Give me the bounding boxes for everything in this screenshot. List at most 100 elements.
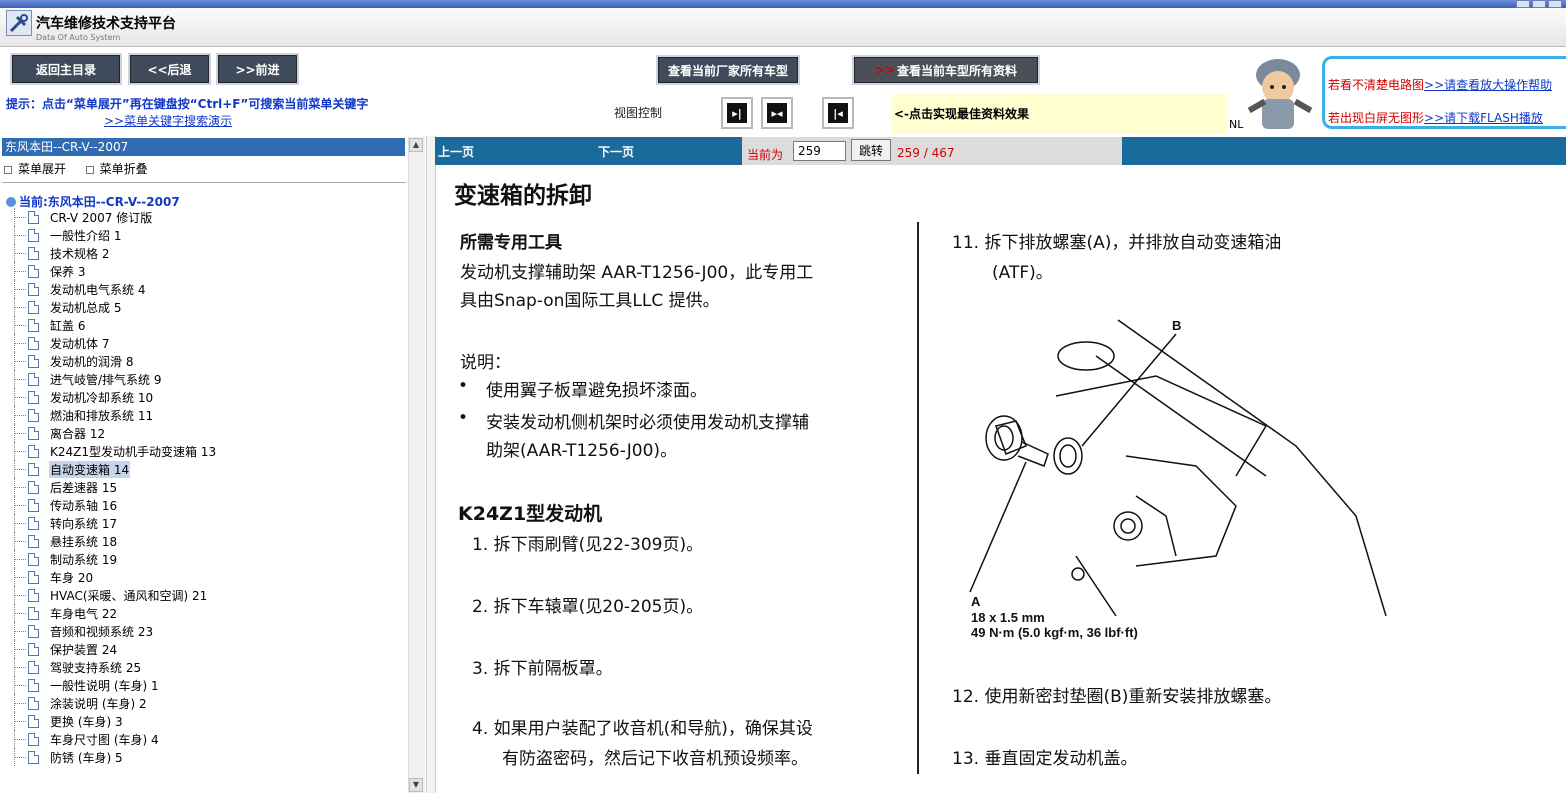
tree-item[interactable]: 保护装置 24 [14,640,118,658]
tree-item[interactable]: 转向系统 17 [14,514,118,532]
document-icon [28,714,39,728]
tree-item[interactable]: 发动机电气系统 4 [14,280,146,298]
tree-connector [14,208,28,226]
search-hint: 提示：点击“菜单展开”再在键盘按“Ctrl+F”可搜索当前菜单关键字 [6,97,369,111]
step-12: 12. 使用新密封垫圈(B)重新安装排放螺塞。 [952,687,1282,707]
view-left-button[interactable]: |◂ [822,97,854,129]
tree-item-label: 车身电气 22 [50,606,118,621]
scroll-down-icon[interactable]: ▼ [409,778,423,792]
prev-page-link[interactable]: 上一页 [438,143,474,160]
forward-button[interactable]: >>前进 [216,53,299,85]
document-icon [28,678,39,692]
jump-button[interactable]: 跳转 [851,139,891,161]
maker-models-button[interactable]: 查看当前厂家所有车型 [656,55,800,85]
collapse-menu-button[interactable]: 菜单折叠 [100,162,148,176]
close-icon[interactable] [1548,0,1562,8]
document-icon [28,318,39,332]
tree-item[interactable]: 发动机的润滑 8 [14,352,134,370]
tree-item[interactable]: HVAC(采暖、通风和空调) 21 [14,586,208,604]
document-icon [28,372,39,386]
step-3: 3. 拆下前隔板罩。 [472,659,613,679]
tree-item[interactable]: 一般性说明 (车身) 1 [14,676,160,694]
document-icon [28,336,39,350]
tree-item[interactable]: 保养 3 [14,262,86,280]
document-icon [28,264,39,278]
tree-item[interactable]: 发动机冷却系统 10 [14,388,154,406]
tree-item[interactable]: 技术规格 2 [14,244,110,262]
tree-item[interactable]: 制动系统 19 [14,550,118,568]
tree-item[interactable]: 后差速器 15 [14,478,118,496]
maximize-icon[interactable] [1532,0,1546,8]
arrow-left-icon: |◂ [828,103,848,123]
flash-download-link[interactable]: >>请下载FLASH播放 [1424,111,1543,125]
tree-item-label: HVAC(采暖、通风和空调) 21 [50,588,208,603]
all-docs-button[interactable]: >> 查看当前车型所有资料 [852,55,1040,85]
document-icon [28,390,39,404]
tree-item[interactable]: K24Z1型发动机手动变速箱 13 [14,442,217,460]
tree-item-label: 一般性说明 (车身) 1 [50,678,159,693]
tree-connector [14,334,28,352]
view-split-button[interactable]: ▸◂ [761,97,793,129]
tree-item[interactable]: 离合器 12 [14,424,106,442]
document-icon [28,570,39,584]
window-title-bar [0,0,1566,8]
tree-item[interactable]: 更换 (车身) 3 [14,712,124,730]
tree-item[interactable]: 传动系轴 16 [14,496,118,514]
tree-item[interactable]: 燃油和排放系统 11 [14,406,154,424]
tree-item[interactable]: 进气岐管/排气系统 9 [14,370,163,388]
document-icon [28,408,39,422]
step-4-line-1: 4. 如果用户装配了收音机(和导航)，确保其设 [472,719,813,739]
document-icon [28,426,39,440]
step-11-line-2: (ATF)。 [992,263,1053,283]
back-button[interactable]: <<后退 [128,53,211,85]
tree-item-label: 自动变速箱 14 [49,460,131,478]
minimize-icon[interactable] [1516,0,1530,8]
next-page-link[interactable]: 下一页 [598,143,634,160]
tree-item-label: 发动机电气系统 4 [50,282,146,297]
double-arrow-icon: >> [874,63,896,77]
tree-item-label: 更换 (车身) 3 [50,714,123,729]
zoom-help-link[interactable]: >>请查看放大操作帮助 [1424,78,1552,92]
view-single-button[interactable]: ▸| [721,97,753,129]
tree-item-label: 发动机体 7 [50,336,110,351]
tree-item[interactable]: 驾驶支持系统 25 [14,658,142,676]
tree-item[interactable]: 发动机体 7 [14,334,110,352]
tree-item-label: 驾驶支持系统 25 [50,660,142,675]
tree-item[interactable]: 缸盖 6 [14,316,86,334]
tree-item[interactable]: 涂装说明 (车身) 2 [14,694,148,712]
home-button[interactable]: 返回主目录 [10,53,122,85]
search-demo-link[interactable]: >>菜单关键字搜索演示 [104,112,232,129]
tree-item[interactable]: 自动变速箱 14 [14,460,131,478]
tree-item-label: 转向系统 17 [50,516,118,531]
tree-connector [14,730,28,748]
tree-item[interactable]: 一般性介绍 1 [14,226,122,244]
tree-item-label: 离合器 12 [50,426,106,441]
tree-connector [14,550,28,568]
step-1: 1. 拆下雨刷臂(见22-309页)。 [472,535,704,555]
scroll-up-icon[interactable]: ▲ [409,138,423,152]
tree-item[interactable]: 车身 20 [14,568,94,586]
menu-divider [2,182,406,183]
tree-connector [14,676,28,694]
page-number-input[interactable] [793,141,846,161]
document-icon [28,606,39,620]
tree-connector [14,262,28,280]
tree-connector [14,280,28,298]
expand-menu-button[interactable]: 菜单展开 [18,162,66,176]
tree-connector [14,388,28,406]
tree-item[interactable]: 车身电气 22 [14,604,118,622]
tree-item[interactable]: 防锈 (车身) 5 [14,748,124,766]
tree-item[interactable]: 车身尺寸图 (车身) 4 [14,730,160,748]
tree-item[interactable]: 音频和视频系统 23 [14,622,154,640]
document-icon [28,624,39,638]
tree-connector [14,514,28,532]
tree-item[interactable]: CR-V 2007 修订版 [14,208,153,226]
panel-splitter[interactable] [427,136,436,793]
diagram-label-a: A [971,594,981,609]
tree-item[interactable]: 悬挂系统 18 [14,532,118,550]
globe-icon [6,197,16,207]
tools-line-2: 具由Snap-on国际工具LLC 提供。 [460,291,720,311]
document-icon [28,660,39,674]
tree-item[interactable]: 发动机总成 5 [14,298,122,316]
menu-scrollbar[interactable] [408,137,425,793]
